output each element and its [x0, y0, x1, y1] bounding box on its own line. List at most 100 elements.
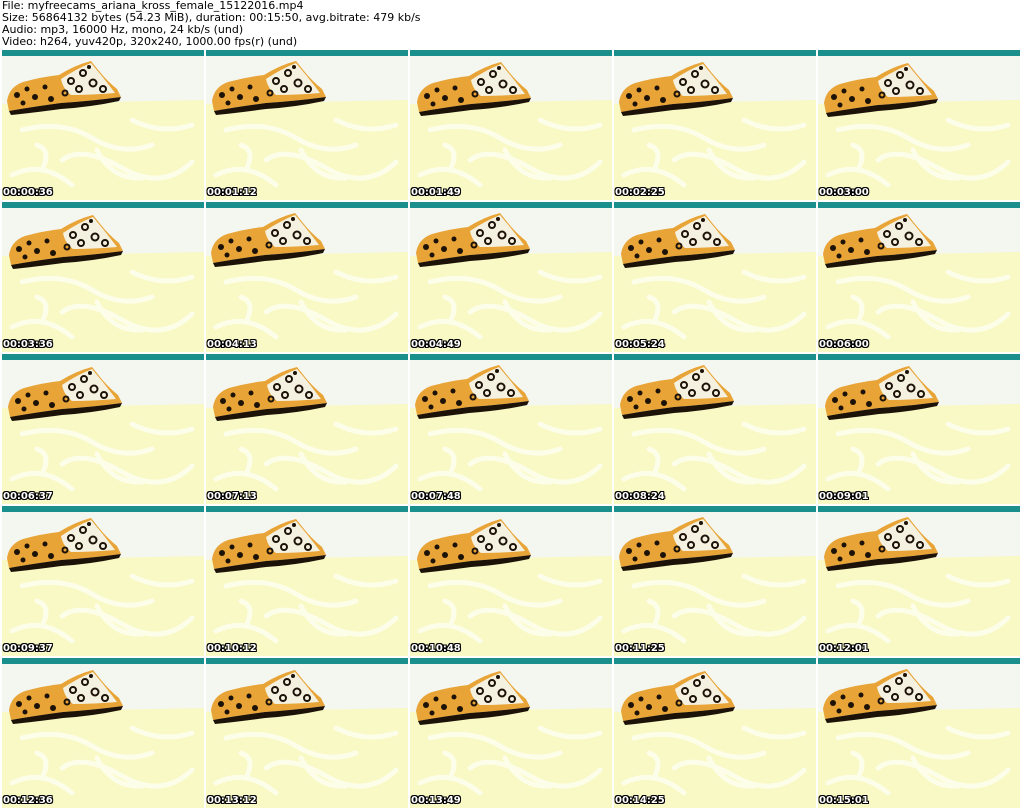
floor — [818, 100, 1020, 200]
video-thumbnail: 00:12:01 — [818, 506, 1020, 656]
floor — [614, 100, 816, 200]
teal-bar — [614, 506, 816, 512]
floor — [410, 100, 612, 200]
teal-bar — [614, 354, 816, 360]
floor — [818, 556, 1020, 656]
thumbnail-timestamp: 00:06:37 — [3, 491, 53, 502]
frame-image — [410, 50, 612, 200]
frame-image — [818, 202, 1020, 352]
frame-image — [2, 202, 204, 352]
thumbnail-timestamp: 00:08:24 — [615, 491, 665, 502]
thumbnail-timestamp: 00:13:12 — [207, 795, 257, 806]
thumbnail-timestamp: 00:03:36 — [3, 339, 53, 350]
video-thumbnail: 00:08:24 — [614, 354, 816, 504]
thumbnail-grid: 00:00:36 00:01:12 00:01:49 00:02:25 00:03:00… — [2, 50, 1022, 810]
video-thumbnail: 00:13:12 — [206, 658, 408, 808]
teal-bar — [206, 202, 408, 208]
video-thumbnail: 00:07:48 — [410, 354, 612, 504]
thumbnail-timestamp: 00:13:49 — [411, 795, 461, 806]
frame-image — [614, 202, 816, 352]
teal-bar — [818, 658, 1020, 664]
video-thumbnail: 00:10:12 — [206, 506, 408, 656]
frame-image — [614, 50, 816, 200]
floor — [2, 252, 204, 352]
frame-image — [206, 50, 408, 200]
frame-image — [410, 506, 612, 656]
teal-bar — [818, 50, 1020, 56]
thumbnail-timestamp: 00:09:37 — [3, 643, 53, 654]
video-thumbnail: 00:07:13 — [206, 354, 408, 504]
thumbnail-timestamp: 00:04:49 — [411, 339, 461, 350]
floor — [206, 404, 408, 504]
thumbnail-timestamp: 00:11:25 — [615, 643, 665, 654]
floor — [410, 708, 612, 808]
floor — [818, 708, 1020, 808]
frame-image — [2, 506, 204, 656]
video-thumbnail: 00:06:00 — [818, 202, 1020, 352]
frame-image — [206, 202, 408, 352]
teal-bar — [614, 202, 816, 208]
floor — [818, 252, 1020, 352]
thumbnail-timestamp: 00:09:01 — [819, 491, 869, 502]
frame-image — [614, 506, 816, 656]
teal-bar — [614, 50, 816, 56]
teal-bar — [410, 506, 612, 512]
frame-image — [2, 354, 204, 504]
floor — [206, 556, 408, 656]
floor — [614, 556, 816, 656]
thumbnail-timestamp: 00:02:25 — [615, 187, 665, 198]
thumbnail-timestamp: 00:04:13 — [207, 339, 257, 350]
video-thumbnail: 00:05:24 — [614, 202, 816, 352]
frame-image — [818, 506, 1020, 656]
frame-image — [410, 658, 612, 808]
video-thumbnail: 00:04:49 — [410, 202, 612, 352]
frame-image — [410, 202, 612, 352]
teal-bar — [206, 50, 408, 56]
video-thumbnail: 00:04:13 — [206, 202, 408, 352]
video-thumbnail: 00:03:00 — [818, 50, 1020, 200]
thumbnail-timestamp: 00:07:13 — [207, 491, 257, 502]
video-thumbnail: 00:02:25 — [614, 50, 816, 200]
frame-image — [2, 658, 204, 808]
frame-image — [818, 658, 1020, 808]
teal-bar — [2, 354, 204, 360]
frame-image — [206, 354, 408, 504]
video-thumbnail: 00:01:12 — [206, 50, 408, 200]
thumbnail-timestamp: 00:14:25 — [615, 795, 665, 806]
teal-bar — [410, 50, 612, 56]
thumbnail-timestamp: 00:12:36 — [3, 795, 53, 806]
thumbnail-timestamp: 00:01:12 — [207, 187, 257, 198]
floor — [818, 404, 1020, 504]
floor — [2, 708, 204, 808]
teal-bar — [206, 506, 408, 512]
floor — [614, 404, 816, 504]
frame-image — [614, 658, 816, 808]
teal-bar — [2, 202, 204, 208]
file-info-header: File: myfreecams_ariana_kross_female_151… — [2, 0, 1022, 50]
floor — [410, 404, 612, 504]
teal-bar — [410, 658, 612, 664]
floor — [2, 556, 204, 656]
teal-bar — [410, 354, 612, 360]
thumbnail-timestamp: 00:07:48 — [411, 491, 461, 502]
thumbnail-timestamp: 00:15:01 — [819, 795, 869, 806]
floor — [410, 556, 612, 656]
video-thumbnail: 00:11:25 — [614, 506, 816, 656]
floor — [2, 100, 204, 200]
video-info-line: Video: h264, yuv420p, 320x240, 1000.00 f… — [2, 35, 298, 48]
floor — [2, 404, 204, 504]
floor — [206, 252, 408, 352]
floor — [410, 252, 612, 352]
thumbnail-timestamp: 00:01:49 — [411, 187, 461, 198]
floor — [614, 708, 816, 808]
video-thumbnail: 00:06:37 — [2, 354, 204, 504]
video-thumbnail: 00:00:36 — [2, 50, 204, 200]
video-thumbnail: 00:09:37 — [2, 506, 204, 656]
video-thumbnail: 00:10:48 — [410, 506, 612, 656]
frame-image — [206, 658, 408, 808]
floor — [206, 708, 408, 808]
teal-bar — [206, 354, 408, 360]
teal-bar — [818, 506, 1020, 512]
floor — [206, 100, 408, 200]
thumbnail-timestamp: 00:00:36 — [3, 187, 53, 198]
